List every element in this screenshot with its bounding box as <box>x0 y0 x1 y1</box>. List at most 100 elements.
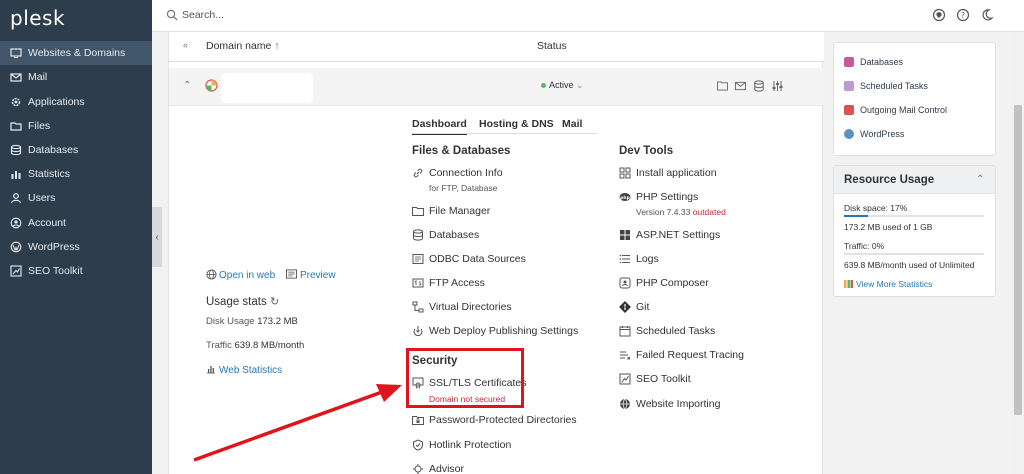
disk-space-bar-fill <box>844 215 868 217</box>
advisor-link[interactable]: Advisor <box>412 463 464 474</box>
top-bar: ? <box>152 0 1024 32</box>
web-statistics-link[interactable]: Web Statistics <box>206 364 282 376</box>
aspnet-settings-link[interactable]: ASP.NET Settings <box>619 229 720 241</box>
sidebar-item-statistics[interactable]: Statistics <box>0 162 152 186</box>
globe-icon <box>206 269 217 280</box>
sidebar-item-label: SEO Toolkit <box>28 265 83 277</box>
column-domain-name[interactable]: Domain name ↑ <box>206 40 280 52</box>
web-deploy-link[interactable]: Web Deploy Publishing Settings <box>412 325 578 337</box>
view-more-statistics-link[interactable]: View More Statistics <box>844 279 932 289</box>
quick-link-label: WordPress <box>860 129 905 139</box>
failed-request-tracing-label: Failed Request Tracing <box>636 349 744 361</box>
open-in-web-link[interactable]: Open in web <box>206 269 275 281</box>
calendar-icon <box>844 81 854 91</box>
quick-link-scheduled-tasks[interactable]: Scheduled Tasks <box>844 81 928 91</box>
sidebar-item-mail[interactable]: Mail <box>0 65 152 89</box>
svg-text:php: php <box>620 195 630 201</box>
seo-toolkit-label: SEO Toolkit <box>636 373 691 385</box>
help-icon[interactable]: ? <box>956 8 970 22</box>
databases-link[interactable]: Databases <box>412 229 479 241</box>
file-manager-link[interactable]: File Manager <box>412 205 490 217</box>
collapse-all-icon[interactable]: « <box>183 40 188 50</box>
disk-space-bar <box>844 215 984 217</box>
sidebar-item-label: Statistics <box>28 168 71 180</box>
odbc-label: ODBC Data Sources <box>429 253 526 265</box>
virtual-directories-link[interactable]: Virtual Directories <box>412 301 512 313</box>
git-link[interactable]: Git <box>619 301 649 313</box>
resource-usage-title: Resource Usage <box>844 174 935 186</box>
chevron-up-icon[interactable]: ⌃ <box>183 80 191 91</box>
php-composer-link[interactable]: PHP Composer <box>619 277 709 289</box>
mail-icon[interactable] <box>735 81 746 91</box>
logs-link[interactable]: Logs <box>619 253 659 265</box>
ftp-access-link[interactable]: FTP Access <box>412 277 485 289</box>
quick-link-wordpress[interactable]: WordPress <box>844 129 904 139</box>
sidebar-item-databases[interactable]: Databases <box>0 138 152 162</box>
php-version: Version 7.4.33 <box>636 207 691 217</box>
wordpress-icon <box>844 129 854 139</box>
php-icon: php <box>619 191 631 203</box>
resource-usage-header[interactable]: Resource Usage ⌃ <box>834 166 995 194</box>
preview-link[interactable]: Preview <box>286 269 336 281</box>
quick-link-databases[interactable]: Databases <box>844 57 903 67</box>
sidebar-item-account[interactable]: Account <box>0 211 152 235</box>
files-databases-title: Files & Databases <box>412 145 511 157</box>
status-badge[interactable]: Active ⌄ <box>541 80 584 91</box>
sidebar-item-wordpress[interactable]: WordPress <box>0 235 152 259</box>
user-icon <box>10 192 22 204</box>
scheduled-tasks-label: Scheduled Tasks <box>636 325 716 337</box>
traffic-value: 639.8 MB/month <box>234 340 305 351</box>
password-protected-directories-link[interactable]: Password-Protected Directories <box>412 414 577 426</box>
sidebar-item-applications[interactable]: Applications <box>0 90 152 114</box>
domain-name-redacted[interactable] <box>221 73 313 103</box>
databases-label: Databases <box>429 229 480 241</box>
sidebar-item-label: Account <box>28 217 66 229</box>
connection-info-link[interactable]: Connection Info <box>412 167 503 179</box>
plesk-logo[interactable]: plesk <box>10 6 65 30</box>
moon-icon[interactable] <box>980 8 994 22</box>
sidebar-collapse-handle[interactable]: ‹ <box>152 207 162 267</box>
install-application-label: Install application <box>636 167 717 179</box>
folder-icon[interactable] <box>717 81 728 91</box>
sidebar-item-files[interactable]: Files <box>0 114 152 138</box>
sidebar-item-users[interactable]: Users <box>0 186 152 210</box>
php-composer-label: PHP Composer <box>636 277 709 289</box>
refresh-icon[interactable]: ↻ <box>270 296 279 308</box>
open-in-web-label: Open in web <box>219 270 276 281</box>
install-application-link[interactable]: Install application <box>619 167 717 179</box>
tab-hosting-dns[interactable]: Hosting & DNS <box>479 118 554 130</box>
settings-sliders-icon[interactable] <box>772 80 783 92</box>
sidebar-item-websites-domains[interactable]: Websites & Domains <box>0 41 152 65</box>
seo-toolkit-link[interactable]: SEO Toolkit <box>619 373 691 385</box>
sidebar-item-label: Mail <box>28 71 48 83</box>
hotlink-protection-link[interactable]: Hotlink Protection <box>412 439 511 451</box>
scrollbar-thumb[interactable] <box>1014 105 1022 415</box>
aspnet-settings-label: ASP.NET Settings <box>636 229 721 241</box>
website-importing-link[interactable]: Website Importing <box>619 398 720 410</box>
sort-arrow-icon: ↑ <box>274 40 280 52</box>
database-icon <box>844 57 854 67</box>
tab-divider <box>412 133 597 134</box>
lock-folder-icon <box>412 414 424 426</box>
chevron-up-icon: ⌃ <box>976 174 985 185</box>
odbc-data-sources-link[interactable]: ODBC Data Sources <box>412 253 526 265</box>
folder-icon <box>412 205 424 217</box>
quick-link-outgoing-mail-control[interactable]: Outgoing Mail Control <box>844 105 947 115</box>
mail-icon <box>844 105 854 115</box>
scheduled-tasks-link[interactable]: Scheduled Tasks <box>619 325 715 337</box>
shield-icon[interactable] <box>932 8 946 22</box>
search-input[interactable] <box>182 6 482 24</box>
column-status: Status <box>537 40 567 52</box>
failed-request-tracing-link[interactable]: Failed Request Tracing <box>619 349 744 361</box>
account-icon <box>10 217 22 229</box>
domain-row[interactable]: ⌃ Active ⌄ <box>169 68 824 106</box>
traffic-label: Traffic <box>206 340 232 351</box>
database-icon[interactable] <box>754 80 764 92</box>
php-version-note: Version 7.4.33 outdated <box>636 207 726 217</box>
logs-label: Logs <box>636 253 659 265</box>
sidebar-item-seo-toolkit[interactable]: SEO Toolkit <box>0 259 152 283</box>
tab-mail[interactable]: Mail <box>562 118 582 130</box>
view-more-statistics-label: View More Statistics <box>856 279 933 289</box>
dev-tools-title: Dev Tools <box>619 145 674 157</box>
php-settings-link[interactable]: php PHP Settings <box>619 191 698 203</box>
